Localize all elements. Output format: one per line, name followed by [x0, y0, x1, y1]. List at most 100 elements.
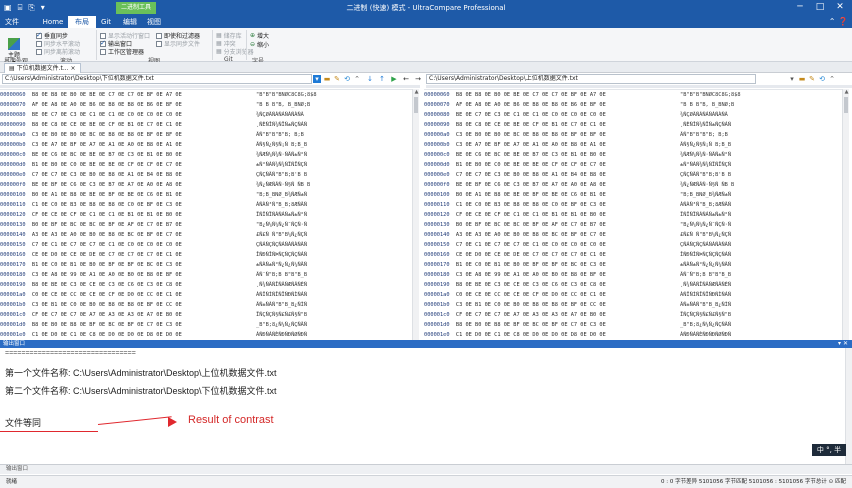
font-increase-button[interactable]: ⊕ 增大	[250, 31, 269, 40]
hex-row[interactable]: 000001e0 C1 0E D0 0E C1 0E C8 0E D0 0E D…	[0, 330, 307, 340]
hex-row[interactable]: 00000160 CE 0E D0 0E CE 0E DE 0E C7 0E C…	[0, 250, 307, 260]
hex-row[interactable]: 000000a0 C3 0E B0 0E B0 0E BC 0E B8 0E B…	[0, 130, 304, 140]
tab-edit[interactable]: 编辑	[120, 16, 140, 28]
hex-row[interactable]: 00000160 CE 0E D0 0E CE 0E DE 0E C7 0E C…	[424, 250, 731, 260]
tab-git[interactable]: Git	[98, 16, 114, 28]
hex-row[interactable]: 00000080 BE 0E C7 0E C3 0E C1 0E C1 0E C…	[424, 110, 728, 120]
hex-row[interactable]: 000000f0 BE 0E BF 0E C6 0E C3 0E B7 0E A…	[424, 180, 734, 190]
tab-layout[interactable]: 布局	[68, 16, 96, 28]
hex-row[interactable]: 00000070 AF 0E A8 0E A0 0E B6 0E B8 0E B…	[0, 100, 310, 110]
hex-row[interactable]: 00000180 C3 0E A8 0E 99 0E A1 0E A0 0E B…	[0, 270, 307, 280]
hex-row[interactable]: 00000140 A3 0E A3 0E A0 0E B0 0E B8 0E B…	[0, 230, 307, 240]
hex-row[interactable]: 000000a0 C3 0E B0 0E B0 0E BC 0E B8 0E B…	[424, 130, 728, 140]
hex-row[interactable]: 00000070 AF 0E A8 0E A0 0E B6 0E B8 0E B…	[424, 100, 734, 110]
hex-row[interactable]: 00000180 C3 0E A8 0E 99 0E A1 0E A0 0E B…	[424, 270, 731, 280]
hex-row[interactable]: 000001e0 C1 0E D0 0E C1 0E C8 0E D0 0E D…	[424, 330, 731, 340]
right-path-dropdown-icon[interactable]: ▾	[788, 75, 796, 83]
hex-row[interactable]: 000001b0 C3 0E B1 0E C0 0E B0 0E B8 0E B…	[424, 300, 731, 310]
tab-view[interactable]: 视图	[144, 16, 164, 28]
hex-row[interactable]: 00000150 C7 0E C1 0E C7 0E C7 0E C1 0E C…	[0, 240, 307, 250]
maximize-button[interactable]: □	[812, 2, 828, 12]
show-sync-files-checkbox[interactable]: 显示同步文件	[156, 39, 200, 48]
hex-row[interactable]: 00000130 B0 0E BF 0E BC 0E BC 0E BF 0E A…	[0, 220, 307, 230]
left-open-folder-icon[interactable]: ▬	[323, 75, 331, 83]
hex-row[interactable]: 000000f0 BE 0E BF 0E C6 0E C3 0E B7 0E A…	[0, 180, 310, 190]
git-branch-browser-button[interactable]: ▦ 分支浏览器	[216, 47, 254, 56]
hex-row[interactable]: 00000090 B8 0E C8 0E CE 0E BE 0E CF 0E B…	[0, 120, 307, 130]
hex-row[interactable]: 00000120 CF 0E CE 0E CF 0E C1 0E C1 0E B…	[424, 210, 731, 220]
hex-row[interactable]: 00000120 CF 0E CE 0E CF 0E C1 0E C1 0E B…	[0, 210, 307, 220]
hex-row[interactable]: 000000d0 B1 0E B0 0E C0 0E BE 0E BE 0E C…	[0, 160, 307, 170]
hex-row[interactable]: 000001a0 C0 0E CE 0E CC 0E CE 0E CF 0E D…	[424, 290, 731, 300]
right-sync-icon[interactable]: ⟲	[818, 75, 826, 83]
hex-row[interactable]: 00000080 BE 0E C7 0E C3 0E C1 0E C1 0E C…	[0, 110, 304, 120]
sync-page-scroll-checkbox[interactable]: 同步离前滚动	[36, 47, 80, 56]
hex-row[interactable]: 000000e0 C7 0E C7 0E C3 0E B0 0E B8 0E A…	[424, 170, 731, 180]
tab-file[interactable]: 文件	[2, 16, 22, 28]
hex-bytes: CE 0E D0 0E CE 0E DE 0E C7 0E C7 0E C7 0…	[31, 252, 182, 258]
run-compare-icon[interactable]: ▶	[390, 75, 398, 83]
hex-row[interactable]: 00000110 C1 0E C0 0E B3 0E B8 0E B8 0E C…	[424, 200, 731, 210]
hex-row[interactable]: 00000190 B8 0E BE 0E C3 0E CE 0E C3 0E C…	[0, 280, 307, 290]
hex-row[interactable]: 00000100 B0 0E A1 0E B8 0E BE 0E BF 0E B…	[424, 190, 731, 200]
right-open-folder-icon[interactable]: ▬	[798, 75, 806, 83]
back-icon[interactable]: ←	[402, 75, 410, 83]
right-vertical-scrollbar[interactable]: ▲	[842, 89, 849, 340]
hex-row[interactable]: 000001c0 CF 0E C7 0E C7 0E A7 0E A3 0E A…	[424, 310, 731, 320]
hex-row[interactable]: 00000100 B0 0E A1 0E B8 0E BE 0E BF 0E B…	[0, 190, 307, 200]
output-window-controls[interactable]: ▾ ✕	[838, 340, 848, 348]
left-hex-pane[interactable]: 00000060 B8 0E B8 0E B0 0E BE 0E C7 0E C…	[0, 89, 412, 340]
hex-row[interactable]: 000001d0 B8 0E B0 0E B8 0E BF 0E BC 0E B…	[0, 320, 307, 330]
hex-row[interactable]: 000001a0 C0 0E CE 0E CC 0E CE 0E CF 0E D…	[0, 290, 307, 300]
hex-offset: 00000100	[424, 192, 456, 198]
hex-row[interactable]: 000000c0 BE 0E C6 0E BC 0E BE 0E B7 0E C…	[424, 150, 731, 160]
hex-row[interactable]: 000000c0 BE 0E C6 0E BC 0E BE 0E B7 0E C…	[0, 150, 307, 160]
next-diff-icon[interactable]: ↑	[378, 75, 386, 83]
hex-row[interactable]: 00000090 B8 0E C8 0E CE 0E BE 0E CF 0E B…	[424, 120, 731, 130]
scroll-thumb[interactable]	[844, 97, 848, 113]
hex-row[interactable]: 000001b0 C3 0E B1 0E C0 0E B0 0E B8 0E B…	[0, 300, 307, 310]
left-sync-icon[interactable]: ⟲	[343, 75, 351, 83]
left-up-icon[interactable]: ⌃	[353, 75, 361, 83]
left-path-dropdown-icon[interactable]: ▾	[313, 75, 321, 83]
hex-row[interactable]: 00000170 B1 0E C0 0E B1 0E B0 0E BF 0E B…	[0, 260, 307, 270]
hex-row[interactable]: 00000170 B1 0E C0 0E B1 0E B0 0E BF 0E B…	[424, 260, 731, 270]
hex-row[interactable]: 000001c0 CF 0E C7 0E C7 0E A7 0E A3 0E A…	[0, 310, 307, 320]
hex-row[interactable]: 00000150 C7 0E C1 0E C7 0E C7 0E C1 0E C…	[424, 240, 731, 250]
status-ready: 就绪	[6, 479, 18, 485]
close-button[interactable]: ✕	[832, 2, 848, 12]
minimize-button[interactable]: ─	[792, 2, 808, 12]
hex-row[interactable]: 00000140 A3 0E A3 0E A0 0E B0 0E B8 0E B…	[424, 230, 731, 240]
right-edit-icon[interactable]: ✎	[808, 75, 816, 83]
font-decrease-button[interactable]: ⊖ 缩小	[250, 40, 269, 49]
left-file-path-input[interactable]: C:\Users\Administrator\Desktop\下位机数据文件.t…	[2, 74, 312, 84]
hex-row[interactable]: 000000e0 C7 0E C7 0E C3 0E B0 0E B8 0E A…	[0, 170, 307, 180]
hex-row[interactable]: 00000110 C1 0E C0 0E B3 0E B8 0E B8 0E C…	[0, 200, 307, 210]
right-file-path-input[interactable]: C:\Users\Administrator\Desktop\上位机数据文件.t…	[426, 74, 756, 84]
hex-row[interactable]: 00000060 B8 0E B8 0E B0 0E BE 0E C7 0E C…	[424, 90, 741, 100]
tab-home[interactable]: Home	[40, 16, 66, 28]
scroll-up-icon[interactable]: ▲	[413, 89, 420, 95]
left-edit-icon[interactable]: ✎	[333, 75, 341, 83]
hex-row[interactable]: 00000190 B8 0E BE 0E C3 0E CE 0E C3 0E C…	[424, 280, 731, 290]
hex-row[interactable]: 00000060 B8 0E B8 0E B0 0E BE 0E C7 0E C…	[0, 90, 317, 100]
right-up-icon[interactable]: ⌃	[828, 75, 836, 83]
hex-offset: 00000070	[424, 102, 456, 108]
help-icon[interactable]: ⌃ ❓	[829, 17, 848, 26]
forward-icon[interactable]: →	[414, 75, 422, 83]
scroll-up-icon[interactable]: ▲	[843, 89, 850, 95]
prev-diff-icon[interactable]: ↓	[366, 75, 374, 83]
hex-row[interactable]: 000000b0 C3 0E A7 0E BF 0E A7 0E A1 0E A…	[424, 140, 731, 150]
output-vertical-scrollbar[interactable]	[845, 348, 852, 464]
left-vertical-scrollbar[interactable]: ▲	[412, 89, 419, 340]
workspace-manager-checkbox[interactable]: 工作区管理器	[100, 47, 144, 56]
right-hex-pane[interactable]: 00000060 B8 0E B8 0E B0 0E BE 0E C7 0E C…	[424, 89, 842, 340]
hex-row[interactable]: 000000b0 C3 0E A7 0E BF 0E A7 0E A1 0E A…	[0, 140, 307, 150]
output-window-tab[interactable]: 输出窗口	[0, 464, 852, 474]
hex-row[interactable]: 00000130 B0 0E BF 0E BC 0E BC 0E BF 0E A…	[424, 220, 731, 230]
hex-row[interactable]: 000000d0 B1 0E B0 0E C0 0E BE 0E BE 0E C…	[424, 160, 731, 170]
ime-indicator[interactable]: 中 °, 半	[812, 444, 846, 456]
document-tab[interactable]: ▤ 下位机数据文件.t... ×	[4, 63, 81, 73]
scroll-thumb[interactable]	[414, 97, 418, 113]
hex-row[interactable]: 000001d0 B8 0E B0 0E B8 0E BF 0E BC 0E B…	[424, 320, 731, 330]
